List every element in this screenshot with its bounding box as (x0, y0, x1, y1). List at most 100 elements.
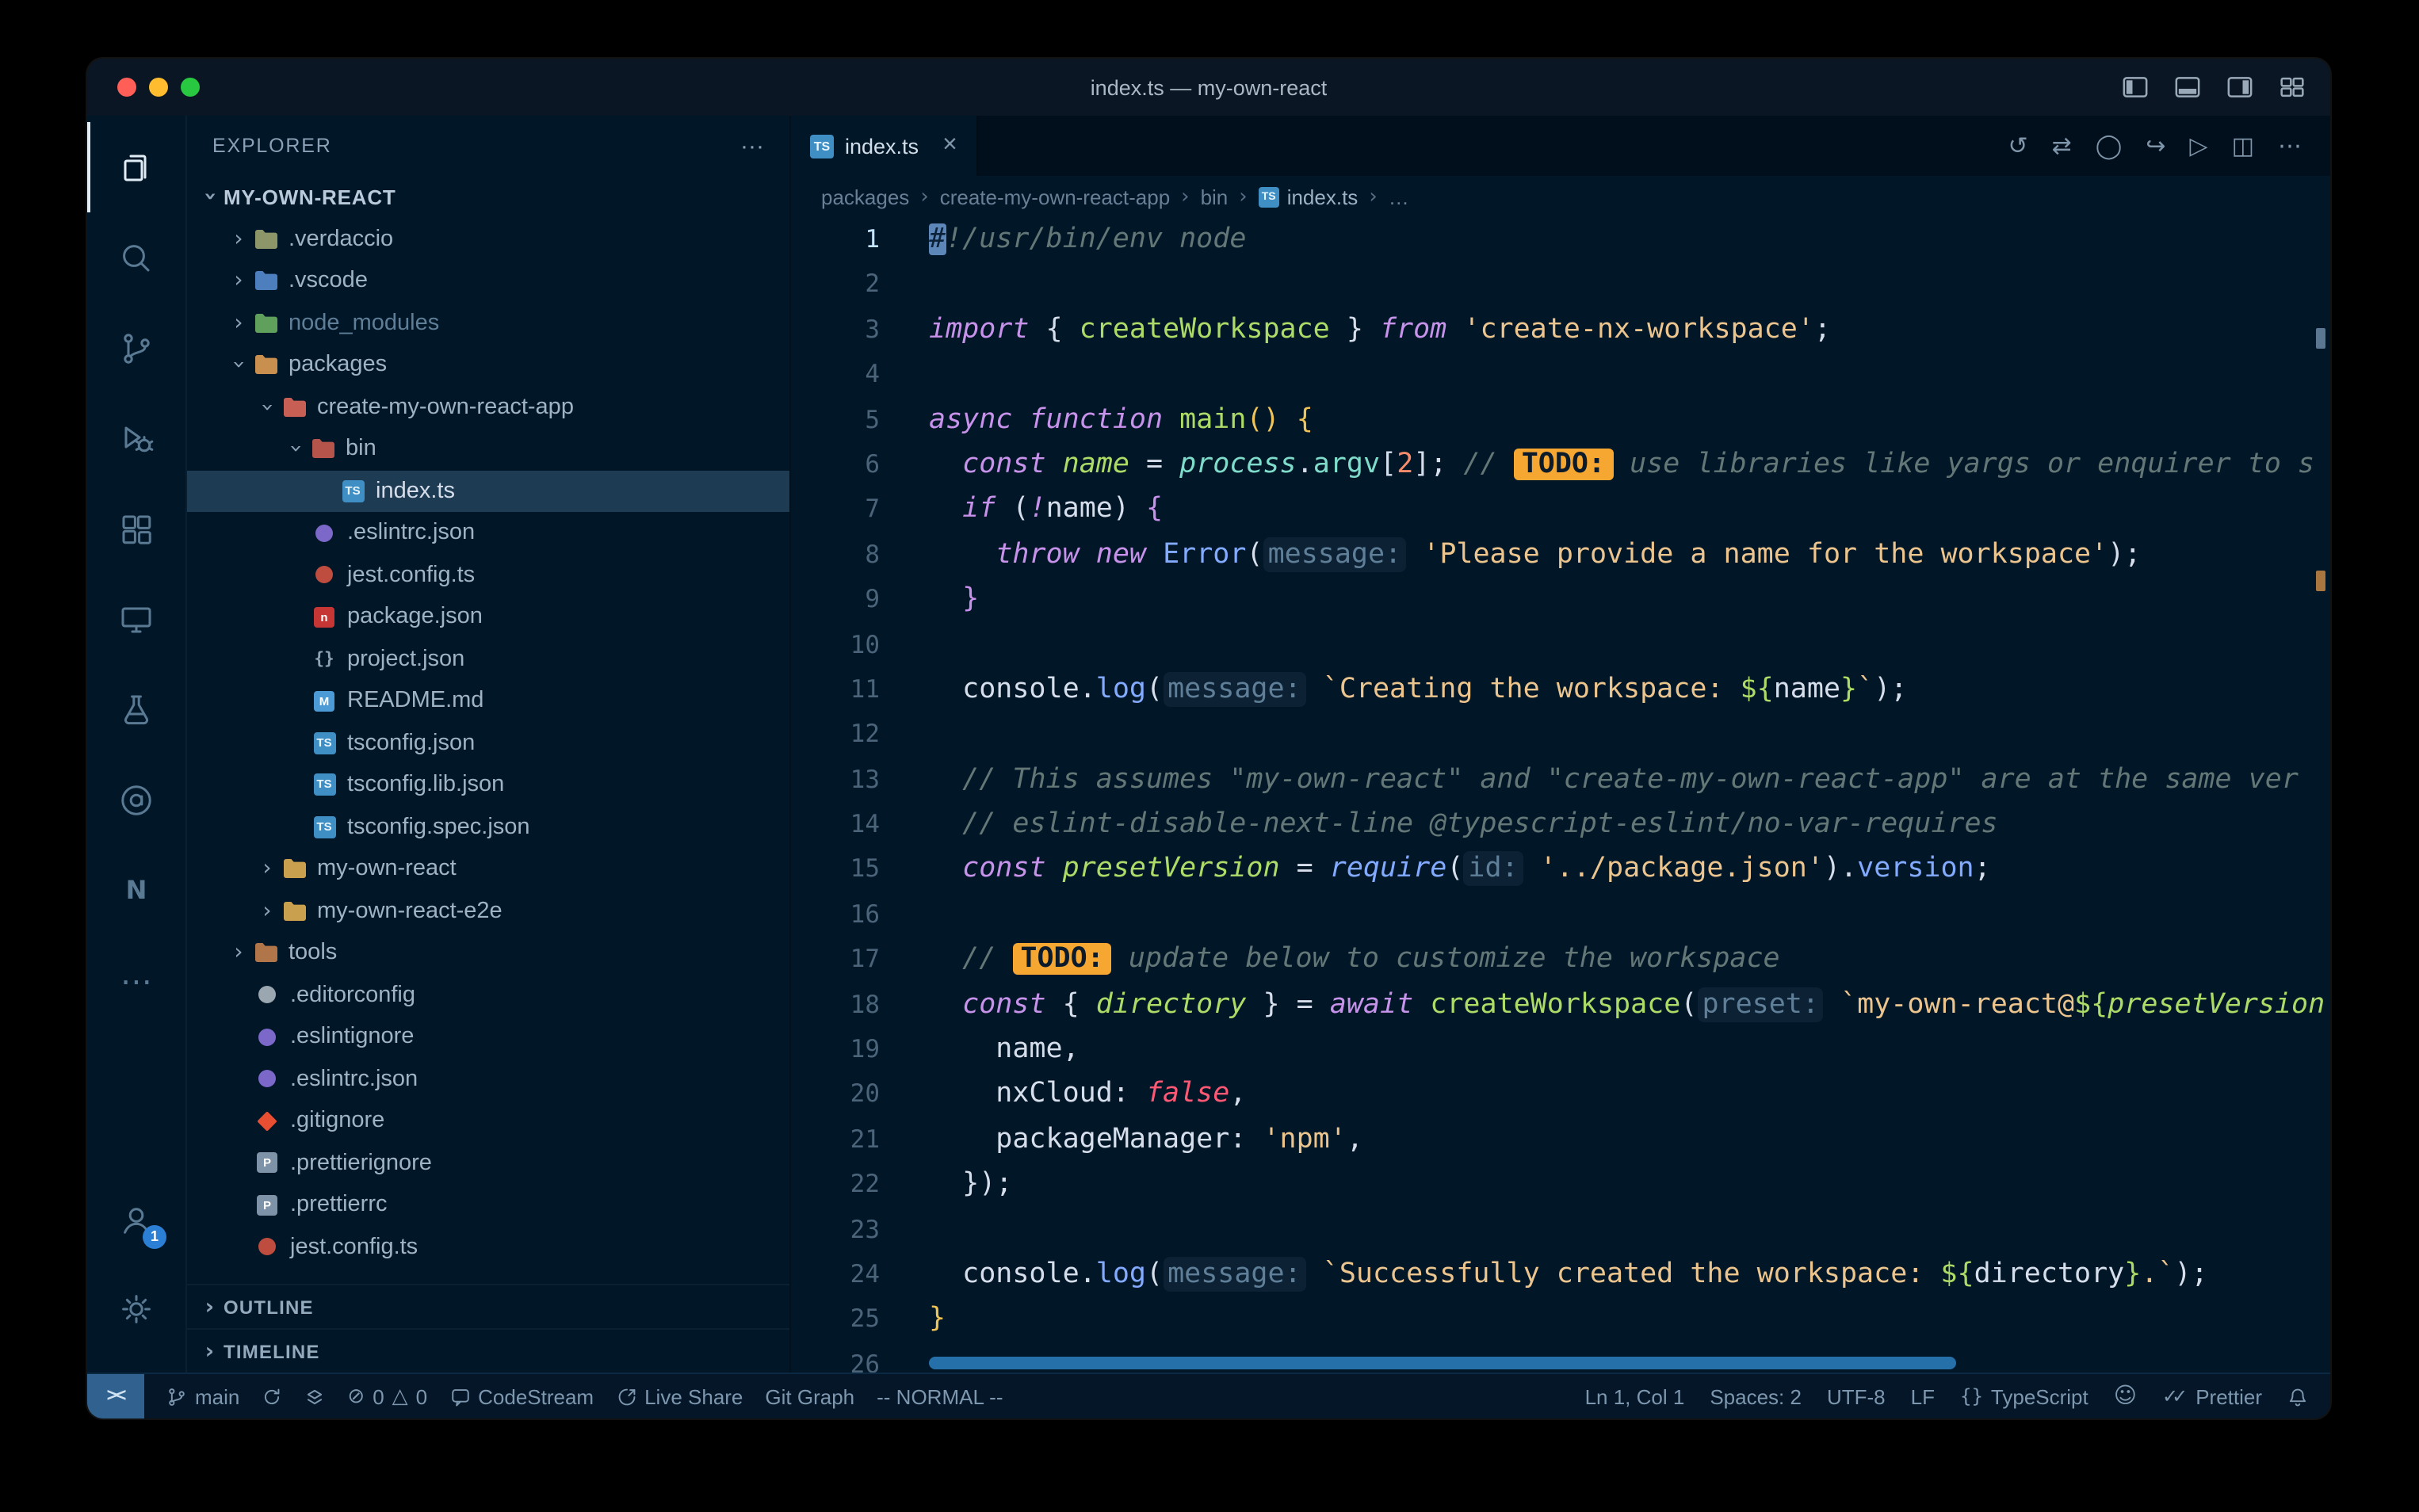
tree-item-node-modules[interactable]: ›node_modules (187, 302, 789, 344)
toggle-secondary-sidebar-icon[interactable] (2224, 71, 2256, 103)
minimize-window-button[interactable] (149, 78, 168, 97)
code-line-11[interactable]: 11 console.log(message: `Creating the wo… (791, 667, 2330, 712)
code-line-4[interactable]: 4 (791, 352, 2330, 397)
horizontal-scrollbar[interactable] (929, 1357, 1956, 1369)
outline-section[interactable]: › OUTLINE (187, 1284, 789, 1328)
tree-item-tsconfig.spec.json[interactable]: TStsconfig.spec.json (187, 806, 789, 848)
tree-item-package.json[interactable]: npackage.json (187, 596, 789, 638)
breadcrumb-item--[interactable]: … (1389, 185, 1409, 208)
status-sync-button[interactable] (262, 1386, 282, 1407)
breadcrumb-item-index.ts[interactable]: TSindex.ts (1259, 185, 1359, 208)
tree-item-.eslintrc.json[interactable]: .eslintrc.json (187, 1058, 789, 1100)
close-window-button[interactable] (117, 78, 136, 97)
zoom-window-button[interactable] (181, 78, 200, 97)
code-line-23[interactable]: 23 (791, 1207, 2330, 1252)
status-remote-indicator[interactable]: >< (87, 1374, 144, 1418)
code-line-25[interactable]: 25} (791, 1297, 2330, 1342)
status-eol[interactable]: LF (1911, 1384, 1935, 1408)
tree-item-tools[interactable]: ›tools (187, 932, 789, 974)
tree-item-.gitignore[interactable]: .gitignore (187, 1100, 789, 1142)
tree-item-jest.config.ts[interactable]: jest.config.ts (187, 1226, 789, 1268)
status-prettier[interactable]: ✓✓Prettier (2162, 1384, 2262, 1408)
tree-item-project.json[interactable]: {}project.json (187, 638, 789, 680)
activity-codestream[interactable] (87, 754, 185, 845)
activity-nx-console[interactable]: N (87, 845, 185, 935)
code-line-17[interactable]: 17 // TODO: update below to customize th… (791, 937, 2330, 983)
code-line-20[interactable]: 20 nxCloud: false, (791, 1072, 2330, 1117)
code-line-13[interactable]: 13 // This assumes "my-own-react" and "c… (791, 757, 2330, 802)
code-line-21[interactable]: 21 packageManager: 'npm', (791, 1117, 2330, 1163)
activity-settings[interactable] (87, 1265, 185, 1354)
tree-item-my-own-react-e2e[interactable]: ›my-own-react-e2e (187, 890, 789, 932)
code-line-19[interactable]: 19 name, (791, 1027, 2330, 1072)
tree-item-packages[interactable]: ›packages (187, 344, 789, 386)
status-layers-button[interactable] (304, 1386, 325, 1407)
customize-layout-icon[interactable] (2276, 71, 2308, 103)
tree-item-bin[interactable]: ›bin (187, 428, 789, 470)
toggle-panel-icon[interactable] (2172, 71, 2203, 103)
code-line-2[interactable]: 2 (791, 262, 2330, 307)
activity-testing[interactable] (87, 664, 185, 754)
code-line-9[interactable]: 9 } (791, 577, 2330, 622)
split-editor-icon[interactable]: ◫ (2232, 134, 2254, 158)
code-line-16[interactable]: 16 (791, 892, 2330, 937)
open-preview-icon[interactable]: ↪ (2146, 134, 2165, 158)
code-line-6[interactable]: 6 const name = process.argv[2]; // TODO:… (791, 442, 2330, 487)
tree-item-.verdaccio[interactable]: ›.verdaccio (187, 218, 789, 260)
tree-item-.eslintignore[interactable]: .eslintignore (187, 1016, 789, 1058)
more-actions-icon[interactable]: ⋯ (2278, 134, 2302, 158)
code-line-12[interactable]: 12 (791, 712, 2330, 758)
code-line-7[interactable]: 7 if (!name) { (791, 487, 2330, 533)
status-codestream[interactable]: CodeStream (449, 1384, 594, 1408)
timeline-section[interactable]: › TIMELINE (187, 1328, 789, 1373)
code-editor[interactable]: 1#!/usr/bin/env node23import { createWor… (791, 217, 2330, 1373)
tree-item-index.ts[interactable]: TSindex.ts (187, 470, 789, 512)
tree-root-my-own-react[interactable]: › MY-OWN-REACT (187, 176, 789, 218)
activity-more[interactable]: ⋯ (87, 935, 185, 1025)
breadcrumb-item-create-my-own-react-app[interactable]: create-my-own-react-app (940, 185, 1170, 208)
activity-extensions[interactable] (87, 483, 185, 574)
code-line-15[interactable]: 15 const presetVersion = require(id: '..… (791, 847, 2330, 892)
activity-accounts[interactable]: 1 (87, 1176, 185, 1265)
tree-item-.prettierignore[interactable]: P.prettierignore (187, 1142, 789, 1184)
tree-item-.editorconfig[interactable]: .editorconfig (187, 974, 789, 1016)
status-git-graph[interactable]: Git Graph (765, 1384, 854, 1408)
code-line-3[interactable]: 3import { createWorkspace } from 'create… (791, 307, 2330, 353)
tree-item-README.md[interactable]: MREADME.md (187, 680, 789, 722)
status-problems[interactable]: ⊘0△0 (347, 1384, 427, 1408)
tree-item-create-my-own-react-app[interactable]: ›create-my-own-react-app (187, 386, 789, 428)
activity-search[interactable] (87, 212, 185, 303)
open-changes-icon[interactable]: ⇄ (2052, 134, 2072, 158)
tree-item-tsconfig.json[interactable]: TStsconfig.json (187, 722, 789, 764)
status-git-branch[interactable]: main (166, 1384, 239, 1408)
code-line-24[interactable]: 24 console.log(message: `Successfully cr… (791, 1252, 2330, 1297)
run-file-icon[interactable]: ▷ (2190, 134, 2208, 158)
code-line-10[interactable]: 10 (791, 622, 2330, 667)
code-line-14[interactable]: 14 // eslint-disable-next-line @typescri… (791, 802, 2330, 847)
more-actions-icon[interactable]: ··· (740, 132, 764, 159)
code-line-22[interactable]: 22 }); (791, 1162, 2330, 1207)
breadcrumb-item-packages[interactable]: packages (821, 185, 909, 208)
tree-item-tsconfig.lib.json[interactable]: TStsconfig.lib.json (187, 764, 789, 806)
tree-item-.eslintrc.json[interactable]: .eslintrc.json (187, 512, 789, 554)
code-line-18[interactable]: 18 const { directory } = await createWor… (791, 982, 2330, 1027)
timeline-icon[interactable]: ↺ (2008, 134, 2027, 158)
breadcrumb-item-bin[interactable]: bin (1201, 185, 1229, 208)
activity-run-debug[interactable] (87, 393, 185, 483)
status-cursor-position[interactable]: Ln 1, Col 1 (1585, 1384, 1685, 1408)
sync-status-icon[interactable]: ◯ (2096, 134, 2123, 158)
tree-item-.vscode[interactable]: ›.vscode (187, 260, 789, 302)
status-vim-mode[interactable]: -- NORMAL -- (877, 1384, 1003, 1408)
code-line-5[interactable]: 5async function main() { (791, 397, 2330, 442)
activity-explorer[interactable] (87, 122, 185, 212)
toggle-primary-sidebar-icon[interactable] (2119, 71, 2151, 103)
status-live-share[interactable]: Live Share (616, 1384, 743, 1408)
tree-item-jest.config.ts[interactable]: jest.config.ts (187, 554, 789, 596)
tab-index-ts[interactable]: TS index.ts × (791, 116, 978, 176)
status-encoding[interactable]: UTF-8 (1827, 1384, 1886, 1408)
status-indentation[interactable]: Spaces: 2 (1710, 1384, 1802, 1408)
status-notifications[interactable] (2287, 1386, 2308, 1407)
tree-item-.prettierrc[interactable]: P.prettierrc (187, 1184, 789, 1226)
close-icon[interactable]: × (942, 132, 957, 160)
code-line-1[interactable]: 1#!/usr/bin/env node (791, 217, 2330, 262)
